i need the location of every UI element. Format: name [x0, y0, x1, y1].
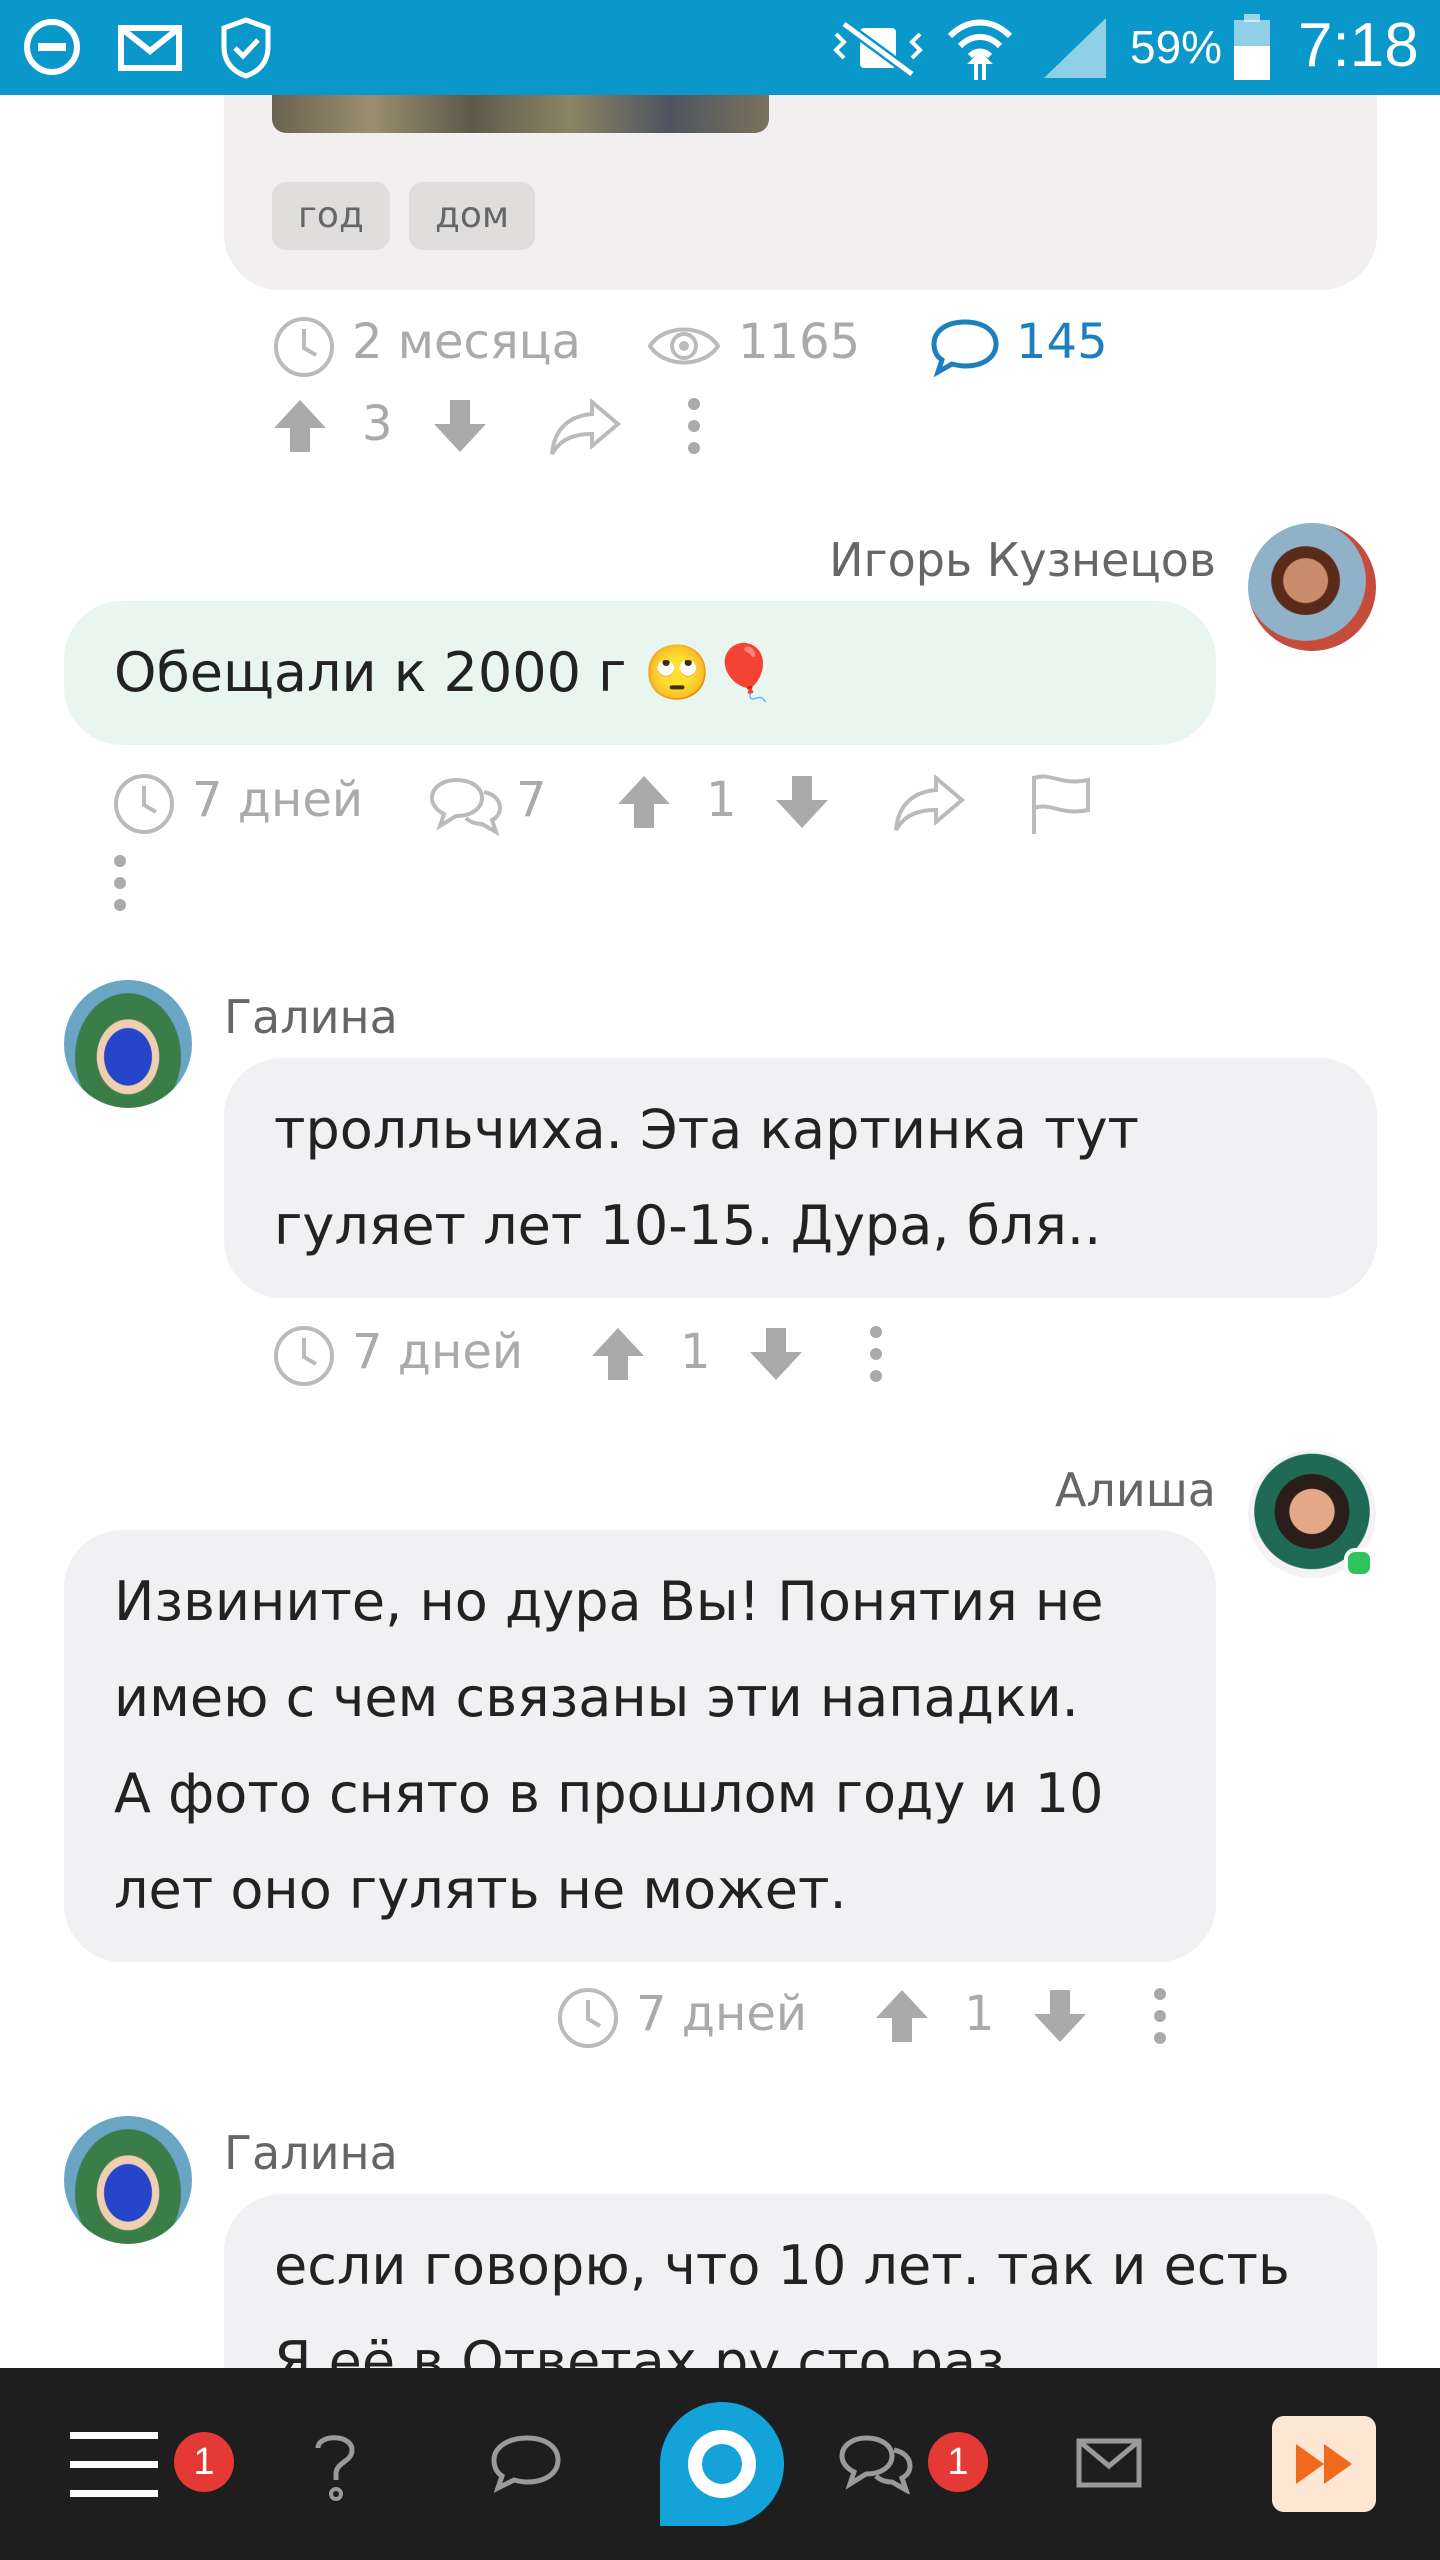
post-rating: 3: [362, 396, 393, 452]
comment-bubble: Обещали к 2000 г 🙄🎈: [64, 601, 1216, 745]
comment-rating: 1: [964, 1986, 995, 2042]
post-time: 2 месяца: [352, 314, 581, 370]
shield-icon: [221, 17, 271, 79]
comment-rating: 1: [706, 772, 737, 828]
comment-text: Обещали к 2000 г 🙄🎈: [114, 641, 779, 704]
upvote-icon[interactable]: [590, 1326, 646, 1382]
comment-text-line: Извините, но дура Вы! Понятия не: [114, 1570, 1104, 1633]
comment-text-line: имею с чем связаны эти нападки.: [114, 1666, 1079, 1729]
tag-dom[interactable]: дом: [409, 182, 536, 250]
do-not-disturb-icon: [24, 19, 80, 75]
app-logo-icon[interactable]: [656, 2398, 788, 2530]
comment-time: 7 дней: [636, 1986, 808, 2042]
clock-icon: [114, 774, 174, 834]
comment-author[interactable]: Алиша: [1055, 1463, 1216, 1517]
fast-forward-button[interactable]: [1272, 2416, 1376, 2512]
downvote-icon[interactable]: [748, 1326, 804, 1382]
comment-bubble: Извините, но дура Вы! Понятия не имею с …: [64, 1530, 1216, 1962]
comment-time: 7 дней: [352, 1324, 524, 1380]
chats-badge: 1: [928, 2432, 988, 2492]
bottom-nav: 1 1: [0, 2368, 1440, 2560]
signal-icon: [1044, 18, 1106, 78]
comment-author[interactable]: Игорь Кузнецов: [829, 533, 1216, 587]
wifi-icon: [947, 19, 1013, 80]
chat-icon[interactable]: [490, 2432, 564, 2494]
share-icon[interactable]: [548, 396, 624, 458]
vibrate-mute-icon: [833, 20, 923, 76]
status-bar: 59% 7:18: [0, 0, 1440, 95]
upvote-icon[interactable]: [616, 774, 672, 830]
tag-god[interactable]: год: [272, 182, 390, 250]
eye-icon: [647, 327, 721, 365]
comment-rating: 1: [680, 1324, 711, 1380]
menu-badge: 1: [174, 2432, 234, 2492]
flag-icon[interactable]: [1028, 772, 1096, 836]
menu-icon[interactable]: [70, 2430, 158, 2498]
help-icon[interactable]: [300, 2428, 370, 2504]
online-indicator: [1344, 1548, 1374, 1578]
replies-count[interactable]: 7: [516, 772, 547, 828]
comment-bubble: тролльчиха. Эта картинка тут гуляет лет …: [224, 1058, 1377, 1298]
upvote-icon[interactable]: [272, 398, 328, 454]
more-icon[interactable]: [868, 1324, 884, 1384]
more-icon[interactable]: [112, 853, 128, 913]
battery-percent: 59%: [1130, 21, 1223, 73]
avatar[interactable]: [1248, 523, 1376, 651]
mail-icon[interactable]: [1076, 2438, 1142, 2488]
clock-icon: [558, 1988, 618, 2048]
comment-text-line: гуляет лет 10-15. Дура, бля..: [274, 1194, 1102, 1257]
downvote-icon[interactable]: [774, 774, 830, 830]
downvote-icon[interactable]: [432, 398, 488, 454]
share-icon[interactable]: [892, 772, 968, 834]
comment-text-line: А фото снято в прошлом году и 10: [114, 1762, 1104, 1825]
post-views: 1165: [738, 314, 861, 370]
comment-text-line: лет оно гулять не может.: [114, 1858, 847, 1921]
clock-icon: [274, 1326, 334, 1386]
post-image[interactable]: [272, 95, 769, 133]
comment-author[interactable]: Галина: [224, 2126, 398, 2180]
fast-forward-icon: [1296, 2444, 1352, 2484]
battery-icon: [1234, 14, 1270, 80]
replies-icon[interactable]: [426, 774, 506, 836]
post-comments-count[interactable]: 145: [1016, 314, 1108, 370]
comment-text-line: тролльчиха. Эта картинка тут: [274, 1098, 1140, 1161]
avatar[interactable]: [64, 2116, 192, 2244]
messages-icon[interactable]: [836, 2432, 916, 2494]
more-icon[interactable]: [686, 396, 702, 456]
upvote-icon[interactable]: [874, 1988, 930, 2044]
clock: 7:18: [1298, 11, 1419, 80]
comment-author[interactable]: Галина: [224, 990, 398, 1044]
comment-time: 7 дней: [192, 772, 364, 828]
mail-icon: [118, 25, 182, 71]
more-icon[interactable]: [1152, 1986, 1168, 2046]
clock-icon: [274, 317, 334, 377]
comment-text-line: если говорю, что 10 лет. так и есть: [274, 2234, 1290, 2297]
downvote-icon[interactable]: [1032, 1988, 1088, 2044]
comment-icon[interactable]: [930, 316, 1000, 378]
avatar[interactable]: [64, 980, 192, 1108]
